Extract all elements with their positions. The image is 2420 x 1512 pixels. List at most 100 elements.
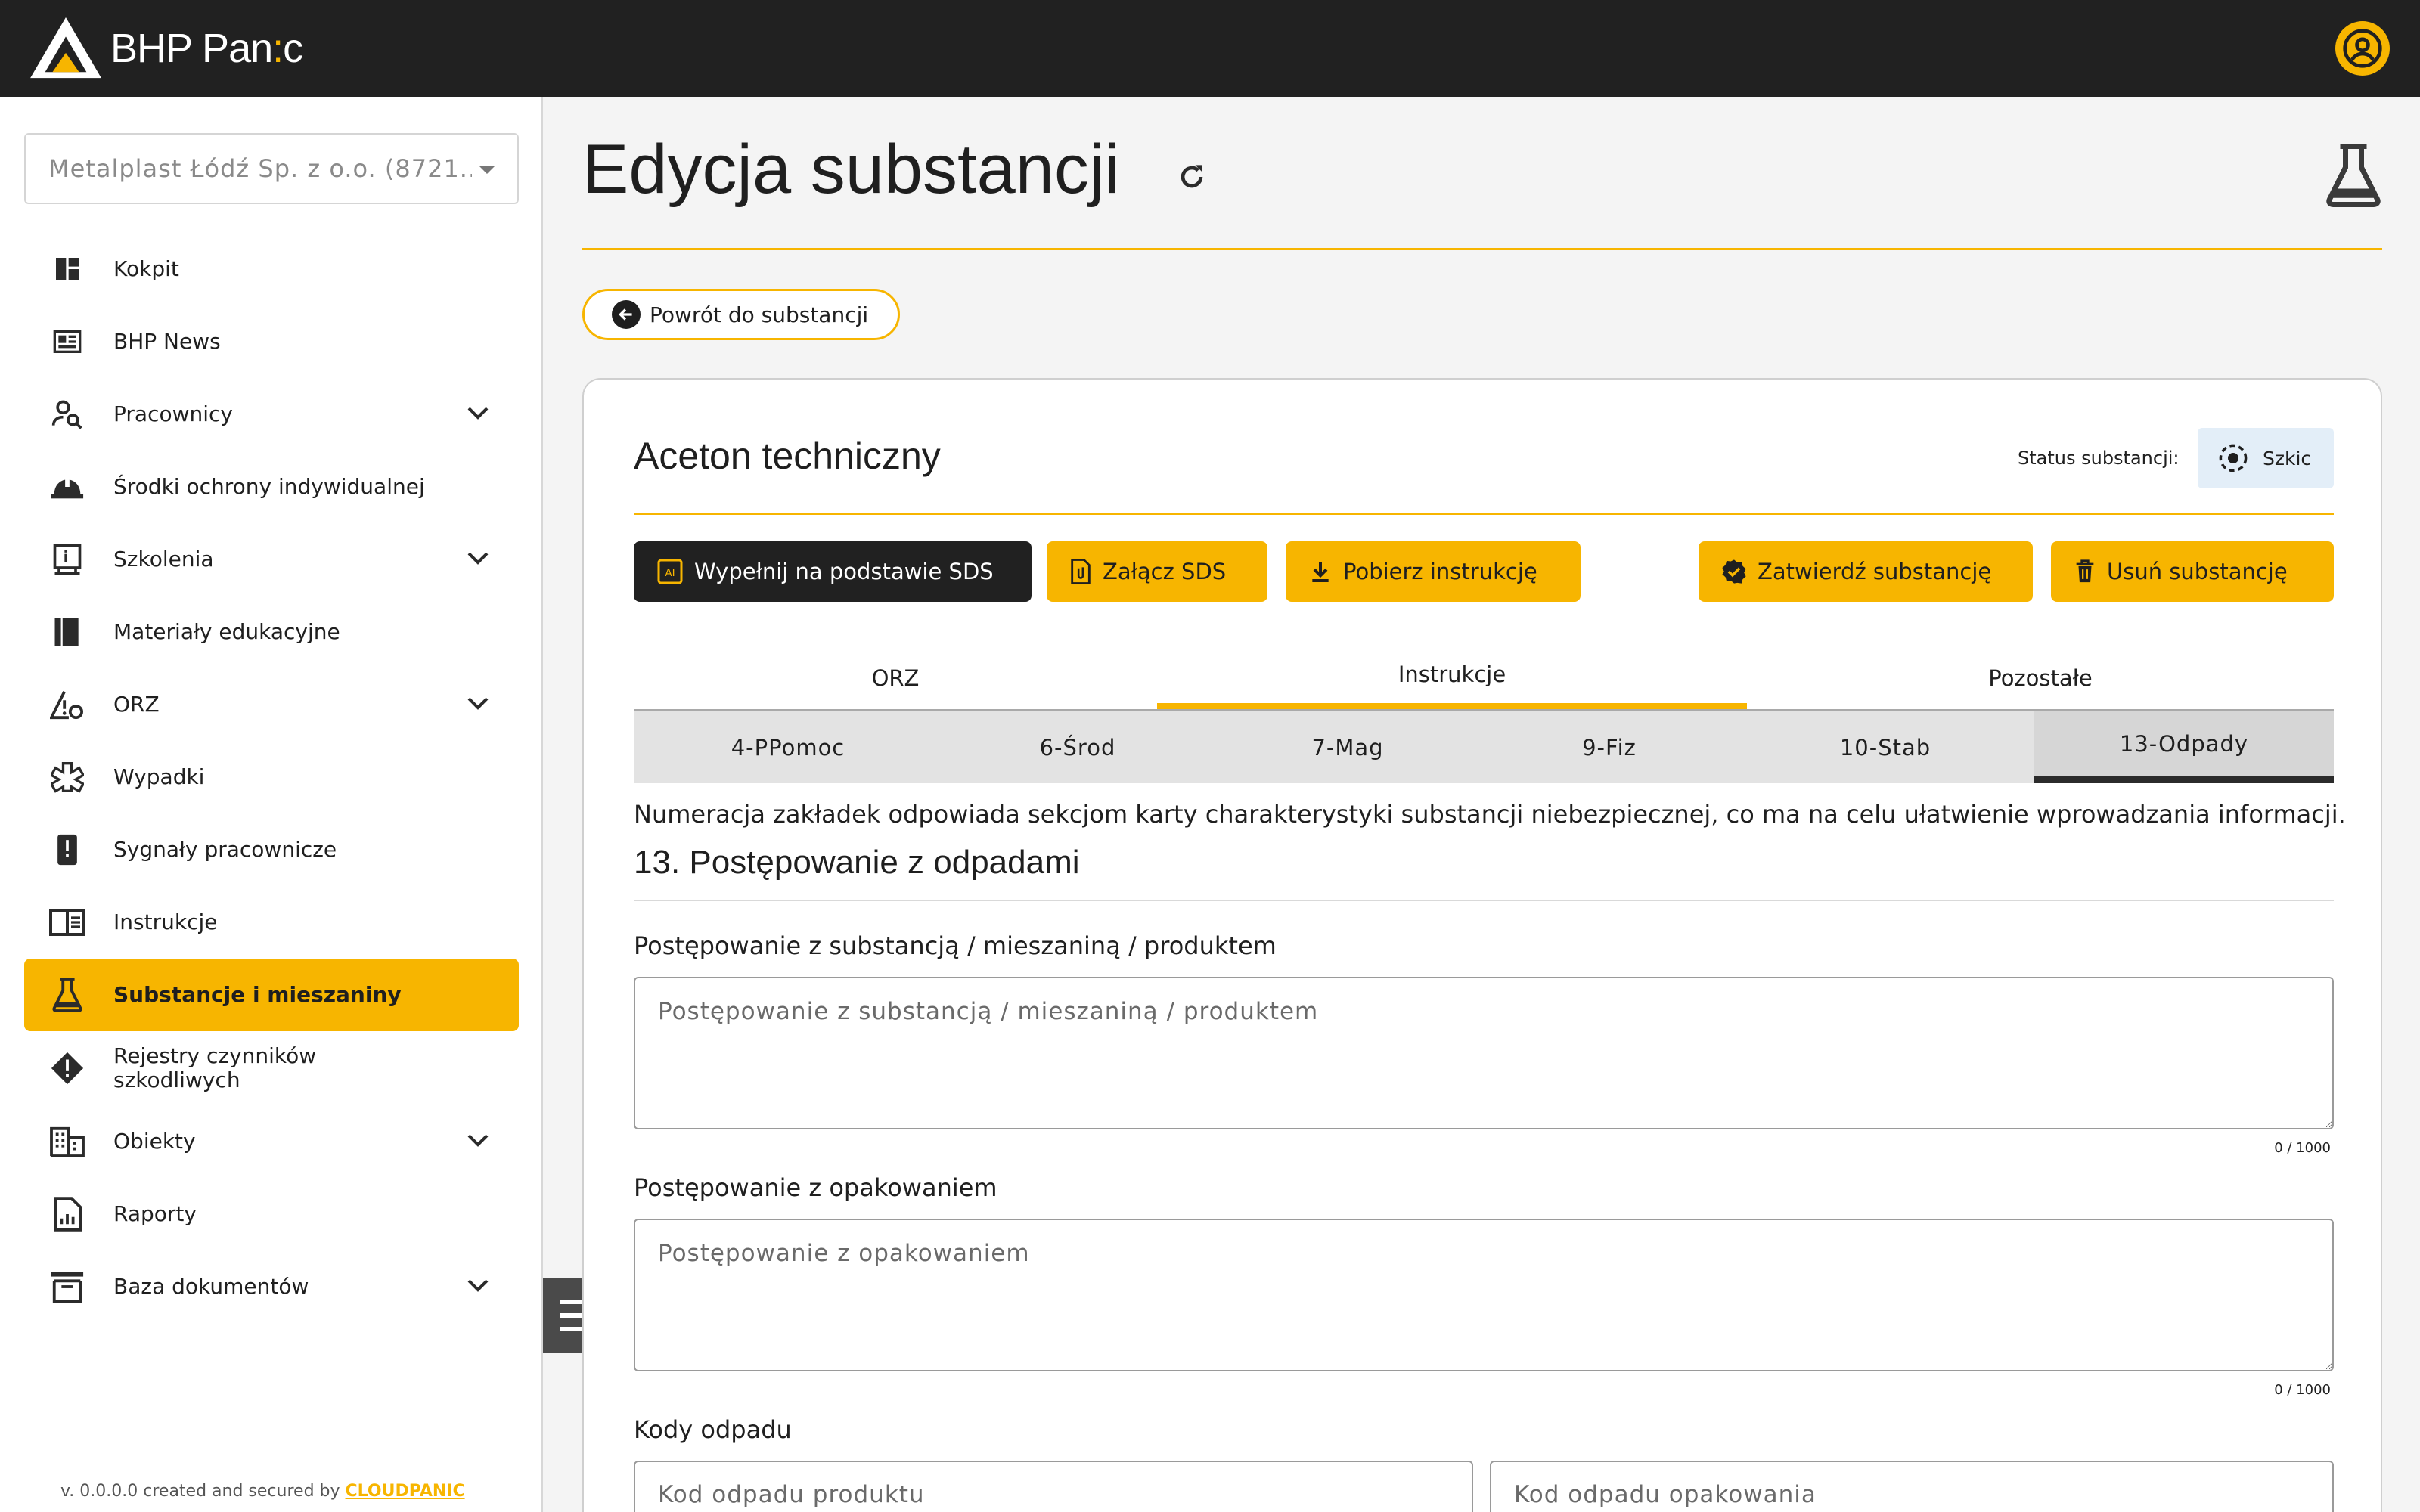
verified-icon — [1722, 559, 1746, 584]
sidebar-item-baza-dokumentow[interactable]: Baza dokumentów — [24, 1250, 519, 1323]
dashboard-icon — [48, 250, 86, 288]
delete-substance-label: Usuń substancję — [2107, 559, 2288, 584]
sidebar-item-raporty[interactable]: Raporty — [24, 1178, 519, 1250]
approve-substance-label: Zatwierdź substancję — [1758, 559, 1992, 584]
refresh-button[interactable] — [1175, 160, 1208, 197]
trash-icon — [2076, 559, 2094, 583]
app-logo[interactable]: BHP Pan:c — [29, 15, 303, 82]
substance-handling-textarea[interactable] — [634, 977, 2334, 1129]
substance-name: Aceton techniczny — [634, 435, 941, 477]
packaging-handling-counter: 0 / 1000 — [2274, 1382, 2331, 1398]
tab-pozostale[interactable]: Pozostałe — [1747, 646, 2334, 711]
medical-icon — [48, 758, 86, 796]
version-text: v. 0.0.0.0 created and secured by — [60, 1482, 346, 1501]
substance-card: Aceton techniczny Status substancji: Szk… — [582, 378, 2382, 1512]
sidebar-item-label: ORZ — [113, 692, 160, 717]
download-instruction-button[interactable]: Pobierz instrukcję — [1286, 541, 1581, 602]
sidebar-item-substancje[interactable]: Substancje i mieszaniny — [24, 959, 519, 1031]
sidebar-item-label: Substancje i mieszaniny — [113, 982, 402, 1007]
draft-status-icon — [2219, 444, 2248, 472]
section-divider — [634, 900, 2334, 901]
subtab-9-fiz[interactable]: 9-Fiz — [1482, 711, 1736, 783]
user-account-button[interactable] — [2335, 21, 2390, 76]
chevron-down-icon — [467, 1134, 489, 1147]
sidebar-item-materialy[interactable]: Materiały edukacyjne — [24, 596, 519, 668]
chevron-down-icon — [467, 1279, 489, 1292]
sidebar-item-instrukcje[interactable]: Instrukcje — [24, 886, 519, 959]
sidebar-item-label: Baza dokumentów — [113, 1274, 309, 1299]
section-tabs: 4-PPomoc 6-Środ 7-Mag 9-Fiz 10-Stab 13-O… — [634, 709, 2334, 783]
company-select[interactable]: Metalplast Łódź Sp. z o.o. (8721... — [24, 133, 519, 204]
cloudpanic-link[interactable]: CLOUDPANIC — [346, 1482, 465, 1501]
approve-substance-button[interactable]: Zatwierdź substancję — [1699, 541, 2033, 602]
attach-file-icon — [1071, 559, 1091, 584]
news-icon — [48, 323, 86, 361]
delete-substance-button[interactable]: Usuń substancję — [2051, 541, 2334, 602]
caret-down-icon — [479, 166, 495, 174]
status-value: Szkic — [2263, 447, 2312, 469]
section-title: 13. Postępowanie z odpadami — [634, 844, 1080, 881]
sidebar: Metalplast Łódź Sp. z o.o. (8721... Kokp… — [0, 97, 543, 1512]
card-divider — [634, 513, 2334, 515]
product-waste-code-input[interactable] — [634, 1461, 1473, 1512]
sidebar-item-rejestry[interactable]: Rejestry czynników szkodliwych — [24, 1031, 519, 1105]
download-icon — [1312, 562, 1329, 582]
top-bar: BHP Pan:c — [0, 0, 2420, 97]
refresh-icon — [1181, 165, 1203, 188]
sidebar-item-label: Obiekty — [113, 1129, 196, 1154]
alert-phone-icon — [48, 831, 86, 869]
sidebar-item-sygnaly[interactable]: Sygnały pracownicze — [24, 813, 519, 886]
attach-sds-button[interactable]: Załącz SDS — [1047, 541, 1267, 602]
section-numbering-note: Numeracja zakładek odpowiada sekcjom kar… — [634, 800, 2346, 829]
sidebar-item-obiekty[interactable]: Obiekty — [24, 1105, 519, 1178]
arrow-left-icon — [612, 300, 641, 329]
flask-icon — [2322, 144, 2385, 210]
back-to-substances-button[interactable]: Powrót do substancji — [582, 289, 900, 340]
sidebar-item-label: BHP News — [113, 329, 221, 354]
building-icon — [48, 1123, 86, 1160]
logo-text: BHP Pan:c — [110, 26, 303, 71]
sidebar-item-szkolenia[interactable]: Szkolenia — [24, 523, 519, 596]
user-circle-icon — [2343, 29, 2382, 68]
archive-icon — [48, 1268, 86, 1306]
sidebar-item-kokpit[interactable]: Kokpit — [24, 233, 519, 305]
sidebar-item-label: Sygnały pracownicze — [113, 837, 337, 862]
person-search-icon — [48, 395, 86, 433]
main-tabs: ORZ Instrukcje Pozostałe — [634, 646, 2334, 711]
risk-icon — [48, 686, 86, 723]
fill-from-sds-button[interactable]: AI Wypełnij na podstawie SDS — [634, 541, 1032, 602]
sidebar-item-label: Instrukcje — [113, 909, 218, 934]
sidebar-item-pracownicy[interactable]: Pracownicy — [24, 378, 519, 451]
sidebar-item-label: Kokpit — [113, 256, 179, 281]
substance-handling-label: Postępowanie z substancją / mieszaniną /… — [634, 931, 1277, 960]
sidebar-item-bhp-news[interactable]: BHP News — [24, 305, 519, 378]
version-footer: v. 0.0.0.0 created and secured by CLOUDP… — [60, 1482, 465, 1501]
sidebar-item-label: Szkolenia — [113, 547, 214, 572]
subtab-7-mag[interactable]: 7-Mag — [1213, 711, 1482, 783]
book-icon — [48, 613, 86, 651]
ai-icon: AI — [657, 559, 683, 584]
back-button-label: Powrót do substancji — [650, 302, 869, 327]
sidebar-nav: Kokpit BHP News Pracownicy Środki ochron… — [24, 233, 519, 1323]
packaging-waste-code-input[interactable] — [1490, 1461, 2334, 1512]
warning-icon — [48, 1049, 86, 1087]
manual-icon — [48, 903, 86, 941]
sidebar-item-wypadki[interactable]: Wypadki — [24, 741, 519, 813]
packaging-handling-textarea[interactable] — [634, 1219, 2334, 1371]
tab-instrukcje[interactable]: Instrukcje — [1157, 646, 1747, 711]
logo-triangle-icon — [30, 17, 101, 79]
subtab-6-srod[interactable]: 6-Środ — [942, 711, 1213, 783]
subtab-10-stab[interactable]: 10-Stab — [1736, 711, 2034, 783]
packaging-handling-label: Postępowanie z opakowaniem — [634, 1173, 997, 1202]
tab-orz[interactable]: ORZ — [634, 646, 1157, 711]
download-instruction-label: Pobierz instrukcję — [1343, 559, 1537, 584]
status-label: Status substancji: — [2018, 448, 2180, 469]
company-select-value: Metalplast Łódź Sp. z o.o. (8721... — [48, 154, 472, 183]
subtab-13-odpady[interactable]: 13-Odpady — [2034, 711, 2334, 783]
subtab-4-ppomoc[interactable]: 4-PPomoc — [634, 711, 942, 783]
report-icon — [48, 1195, 86, 1233]
sidebar-item-label: Rejestry czynników szkodliwych — [113, 1043, 317, 1092]
attach-sds-label: Załącz SDS — [1103, 559, 1227, 584]
sidebar-item-srodki-ochrony[interactable]: Środki ochrony indywidualnej — [24, 451, 519, 523]
sidebar-item-orz[interactable]: ORZ — [24, 668, 519, 741]
